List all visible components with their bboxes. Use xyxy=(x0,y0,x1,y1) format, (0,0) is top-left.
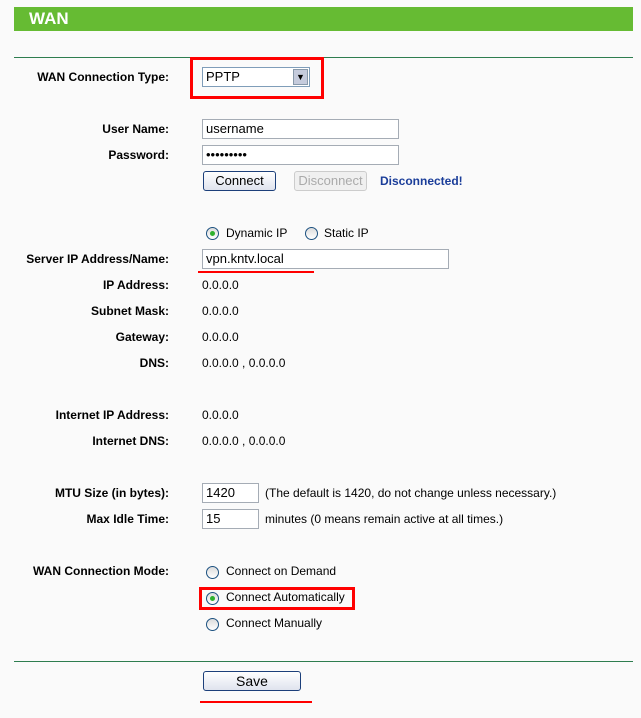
dynamic-ip-radio[interactable] xyxy=(206,227,219,240)
idle-label: Max Idle Time: xyxy=(86,512,169,526)
static-ip-label: Static IP xyxy=(324,226,369,240)
wan-type-label: WAN Connection Type: xyxy=(37,70,169,84)
connect-manually-radio[interactable] xyxy=(206,618,219,631)
dns-value: 0.0.0.0 , 0.0.0.0 xyxy=(202,356,286,370)
internet-dns-value: 0.0.0.0 , 0.0.0.0 xyxy=(202,434,286,448)
connect-button[interactable]: Connect xyxy=(203,171,276,191)
subnet-mask-value: 0.0.0.0 xyxy=(202,304,239,318)
connect-on-demand-radio[interactable] xyxy=(206,566,219,579)
internet-ip-value: 0.0.0.0 xyxy=(202,408,239,422)
username-label: User Name: xyxy=(102,122,169,136)
subnet-mask-label: Subnet Mask: xyxy=(90,304,169,318)
idle-input[interactable]: 15 xyxy=(202,509,259,529)
server-label: Server IP Address/Name: xyxy=(26,252,169,266)
save-button[interactable]: Save xyxy=(203,671,301,691)
highlight-underline xyxy=(198,271,314,273)
disconnect-button[interactable]: Disconnect xyxy=(294,171,367,191)
highlight-underline xyxy=(200,701,312,703)
page-header: WAN xyxy=(14,7,633,31)
gateway-label: Gateway: xyxy=(115,330,169,344)
dns-label: DNS: xyxy=(139,356,169,370)
mtu-label: MTU Size (in bytes): xyxy=(54,486,169,500)
internet-dns-label: Internet DNS: xyxy=(92,434,169,448)
connect-on-demand-label: Connect on Demand xyxy=(226,564,337,578)
gateway-value: 0.0.0.0 xyxy=(202,330,239,344)
divider xyxy=(14,661,633,662)
idle-hint: minutes (0 means remain active at all ti… xyxy=(265,512,504,526)
password-label: Password: xyxy=(108,148,169,162)
highlight-box xyxy=(199,587,355,610)
username-input[interactable]: username xyxy=(202,119,399,139)
ip-address-value: 0.0.0.0 xyxy=(202,278,239,292)
dynamic-ip-label: Dynamic IP xyxy=(226,226,288,240)
static-ip-radio[interactable] xyxy=(305,227,318,240)
server-input[interactable]: vpn.kntv.local xyxy=(202,249,449,269)
internet-ip-label: Internet IP Address: xyxy=(55,408,169,422)
highlight-box xyxy=(190,57,324,99)
ip-address-label: IP Address: xyxy=(102,278,169,292)
mtu-input[interactable]: 1420 xyxy=(202,483,259,503)
password-input[interactable]: ••••••••• xyxy=(202,145,399,165)
mode-label: WAN Connection Mode: xyxy=(33,564,169,578)
mtu-hint: (The default is 1420, do not change unle… xyxy=(265,486,557,500)
connect-manually-label: Connect Manually xyxy=(226,616,323,630)
status-text: Disconnected! xyxy=(380,174,463,188)
